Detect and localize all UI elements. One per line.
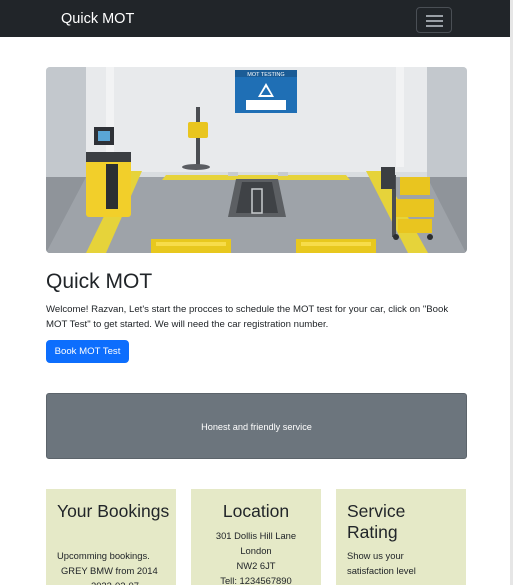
service-banner-text: Honest and friendly service: [201, 422, 312, 432]
service-banner: Honest and friendly service: [46, 393, 467, 459]
book-mot-test-button[interactable]: Book MOT Test: [46, 340, 129, 363]
page-title: Quick MOT: [46, 270, 153, 293]
hero-image: MOT TESTING: [46, 67, 467, 253]
location-address: 301 Dollis Hill Lane: [215, 530, 297, 541]
hamburger-icon: [426, 15, 443, 17]
location-postcode: NW2 6JT: [236, 560, 276, 571]
location-city: London: [240, 545, 272, 556]
bookings-upcoming-label: Upcomming bookings.: [57, 550, 150, 561]
menu-toggle-button[interactable]: [416, 7, 452, 33]
service-rating-card: Service Rating Show us your satisfaction…: [336, 489, 466, 585]
sign-text: MOT TESTING: [247, 72, 284, 78]
location-card: Location 301 Dollis Hill Lane London NW2…: [191, 489, 321, 585]
booking-vehicle: GREY BMW from 2014: [61, 565, 158, 576]
service-rating-title: Service Rating: [347, 501, 406, 542]
navbar-brand[interactable]: Quick MOT: [61, 11, 134, 27]
location-phone: Tell: 1234567890: [220, 575, 292, 585]
service-rating-text: Show us your satisfaction level: [347, 550, 416, 576]
welcome-text: Welcome! Razvan, Let's start the procces…: [46, 304, 449, 330]
bookings-card: Your Bookings Upcomming bookings. GREY B…: [46, 489, 176, 585]
bookings-card-title: Your Bookings: [57, 501, 170, 521]
navbar: Quick MOT: [0, 0, 513, 37]
location-card-title: Location: [222, 501, 290, 521]
booking-date: 2023-02-07: [91, 578, 139, 585]
mot-garage-illustration: MOT TESTING: [46, 67, 467, 253]
